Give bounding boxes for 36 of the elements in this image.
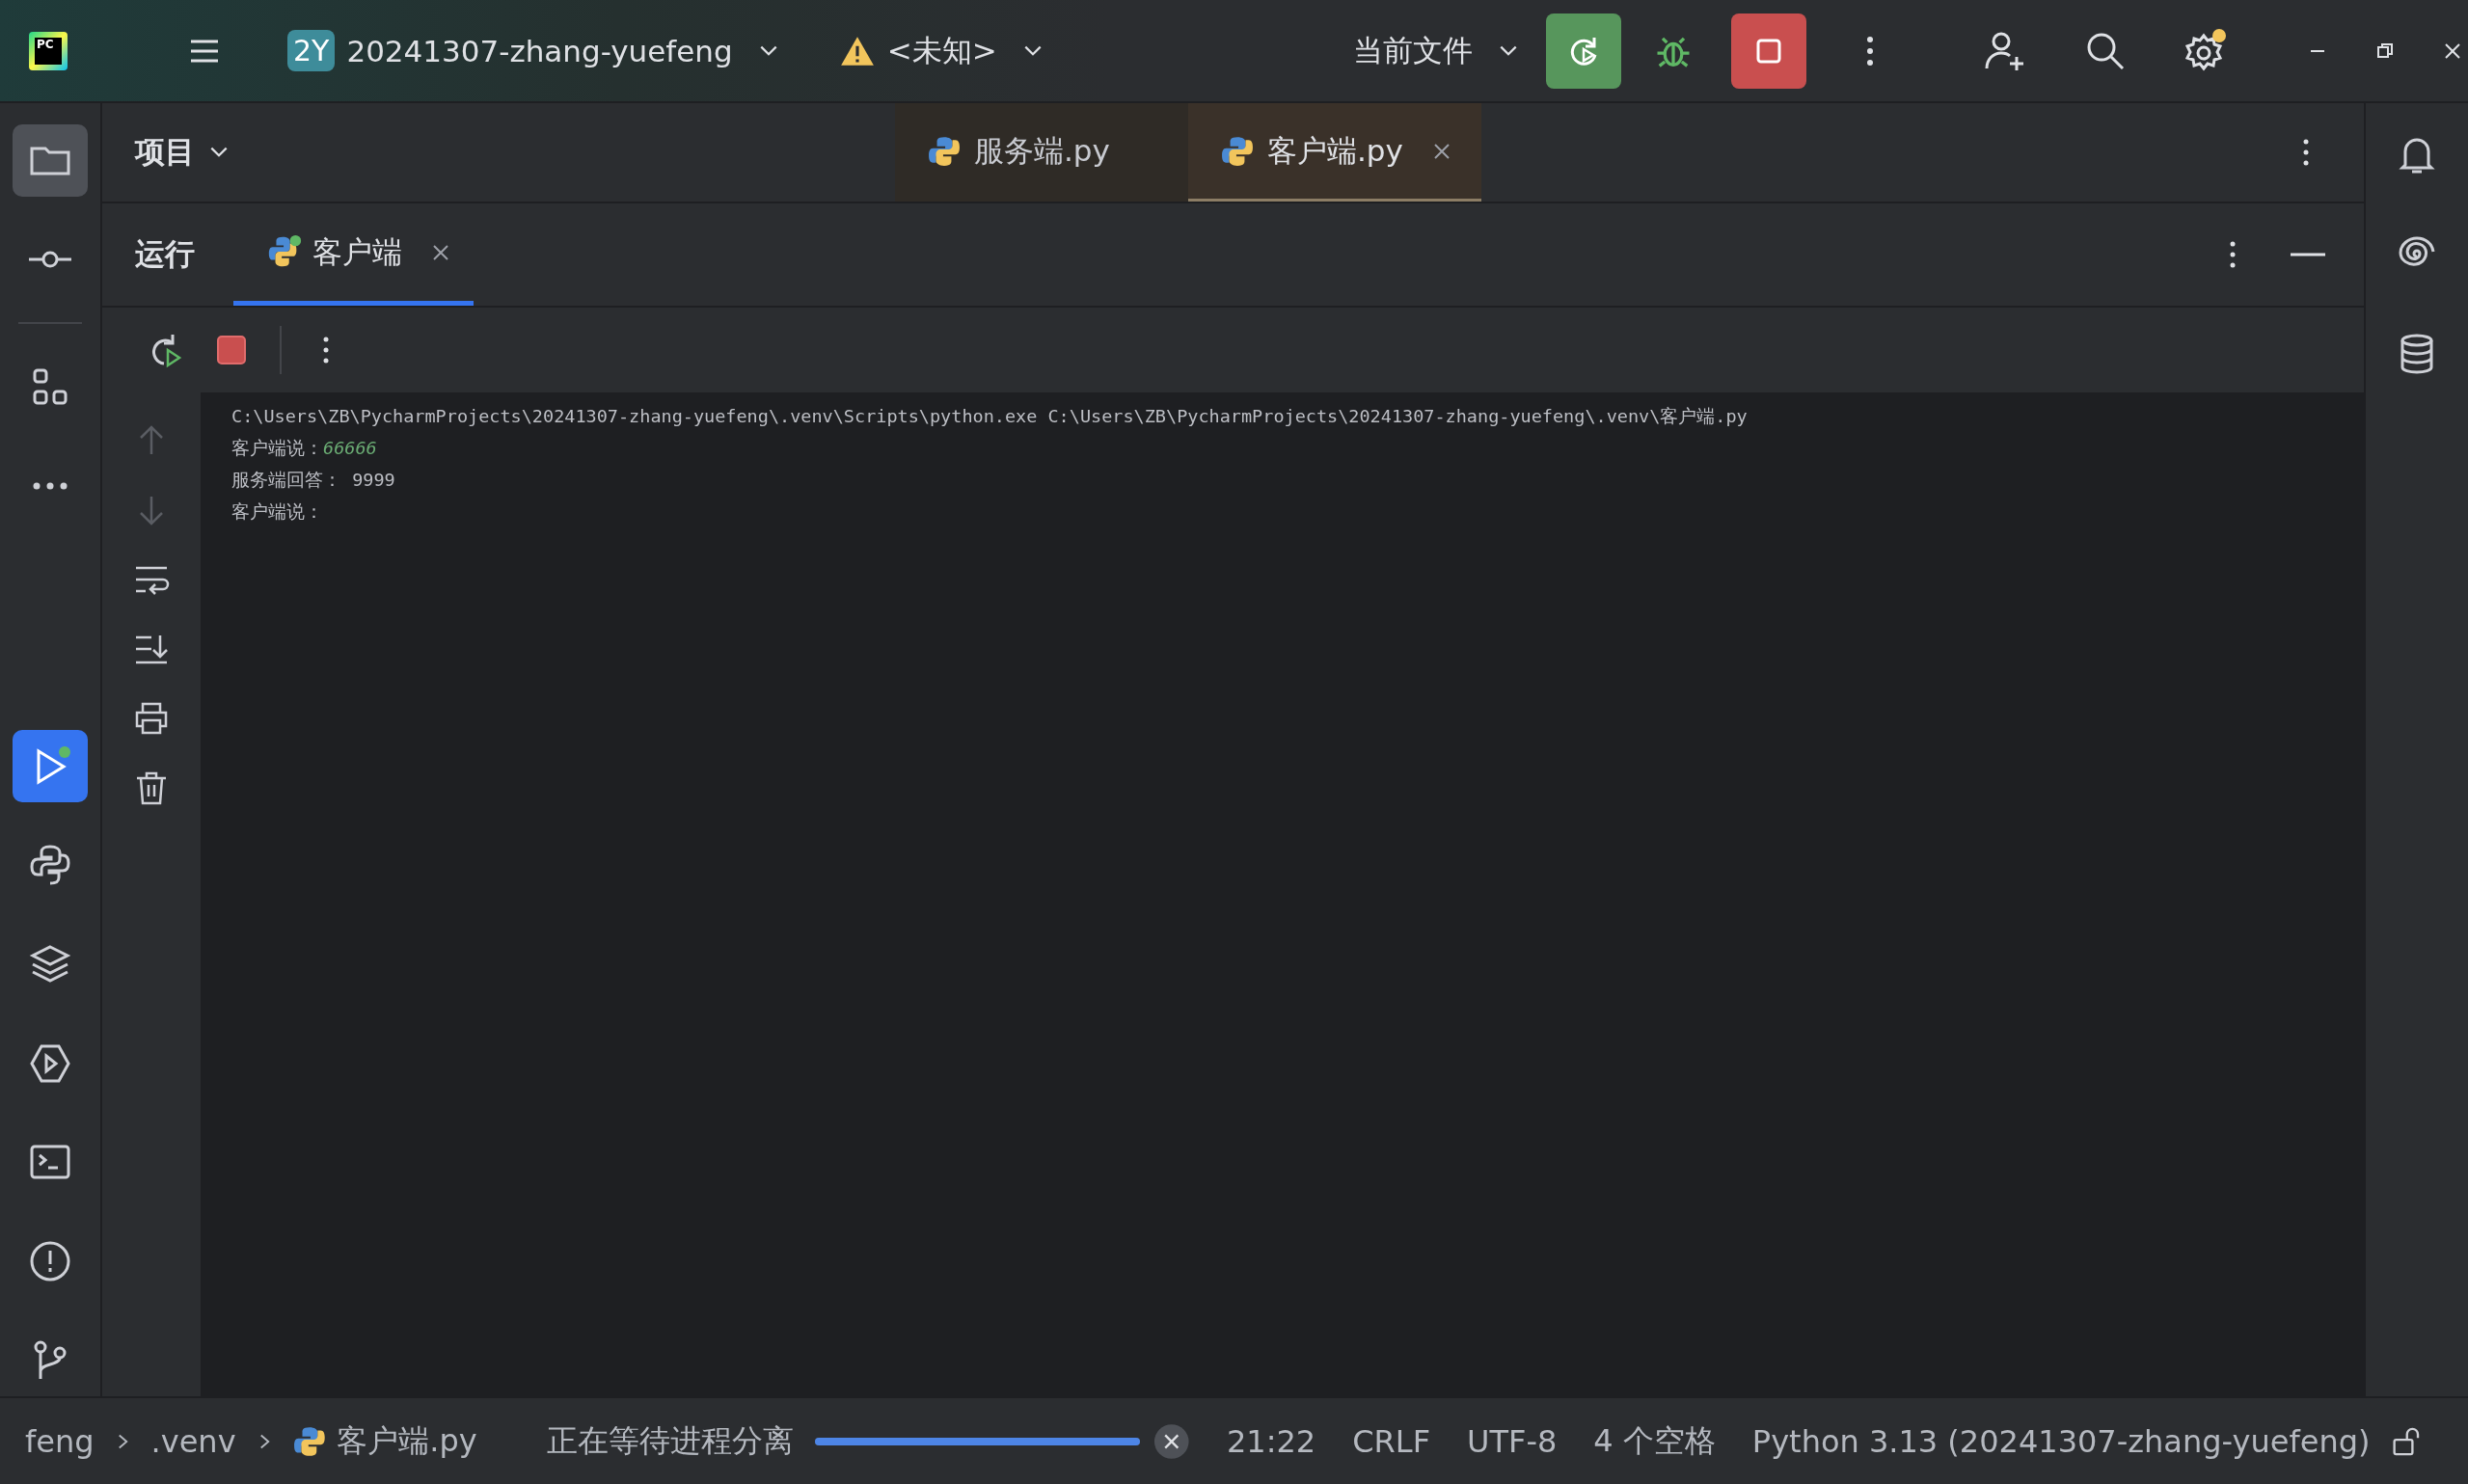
- python-file-icon: [1221, 134, 1254, 168]
- run-tool-button[interactable]: [13, 730, 88, 803]
- task-status: 正在等待进程分离: [546, 1420, 794, 1461]
- more-icon[interactable]: [322, 336, 330, 364]
- breadcrumb[interactable]: feng: [25, 1422, 95, 1460]
- project-panel-title[interactable]: 项目: [135, 132, 195, 173]
- rerun-button[interactable]: [1546, 13, 1621, 89]
- current-file-selector[interactable]: 当前文件: [1353, 30, 1473, 71]
- project-name[interactable]: 20241307-zhang-yuefeng: [346, 33, 733, 68]
- folder-tool-button[interactable]: [13, 124, 88, 197]
- app-logo: PC: [29, 31, 68, 70]
- close-icon[interactable]: [431, 242, 450, 262]
- file-encoding[interactable]: UTF-8: [1467, 1422, 1558, 1460]
- console-line: 客户端说：: [231, 500, 324, 524]
- cancel-icon[interactable]: [1153, 1421, 1190, 1461]
- run-configuration[interactable]: <未知>: [886, 30, 997, 71]
- stop-button[interactable]: [1731, 13, 1806, 89]
- console-line: 服务端回答： 9999: [231, 469, 396, 492]
- breadcrumb[interactable]: .venv: [150, 1422, 236, 1460]
- python-file-icon: [928, 134, 961, 168]
- line-separator[interactable]: CRLF: [1352, 1422, 1431, 1460]
- project-badge: 2Y: [287, 30, 336, 71]
- more-icon[interactable]: [2229, 240, 2237, 269]
- console-line: C:\Users\ZB\PycharmProjects\20241307-zhang-yuefeng\.venv\Scripts\python.exe C:\Users\ZB\PycharmProjects\20241307-zhang-yuefeng\.venv\客户端.py: [231, 405, 1749, 428]
- indent-setting[interactable]: 4 个空格: [1593, 1419, 1716, 1463]
- breadcrumb[interactable]: 客户端.py: [337, 1419, 477, 1463]
- more-icon: [33, 482, 68, 491]
- interpreter-selector[interactable]: Python 3.13 (20241307-zhang-yuefeng): [1751, 1422, 2371, 1460]
- more-icon[interactable]: [2302, 138, 2310, 167]
- run-panel-title: 运行: [135, 235, 195, 273]
- editor-tab[interactable]: 客户端.py: [1188, 103, 1481, 202]
- caret-position[interactable]: 21:22: [1227, 1422, 1316, 1460]
- close-icon[interactable]: [1431, 141, 1451, 161]
- editor-tab[interactable]: 服务端.py: [895, 103, 1188, 202]
- console-input-text: 66666: [323, 438, 377, 458]
- console-prompt: 客户端说：: [231, 438, 323, 458]
